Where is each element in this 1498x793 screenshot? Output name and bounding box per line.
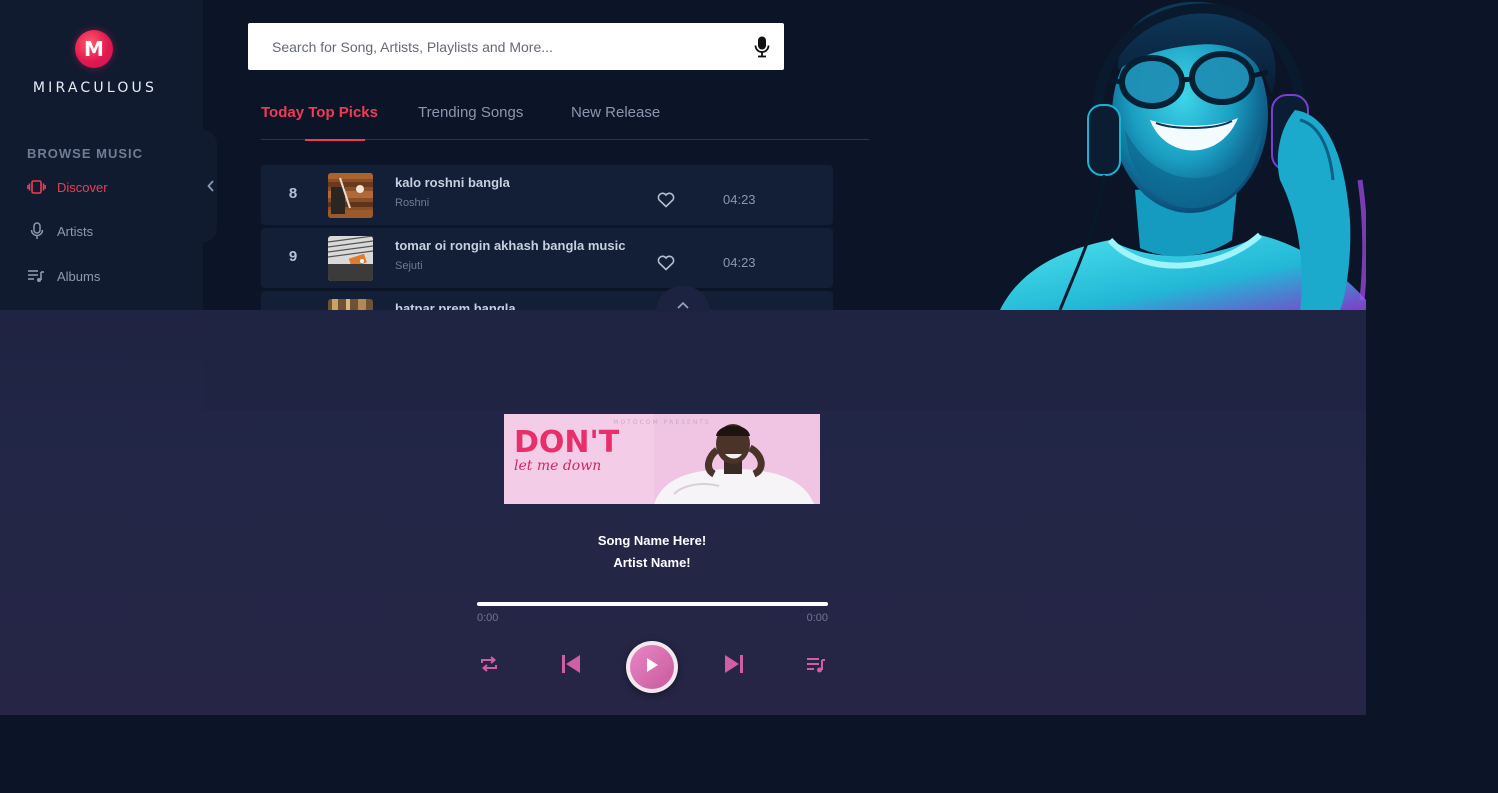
play-icon xyxy=(645,657,659,677)
song-title: batpar prem bangla xyxy=(395,301,516,310)
now-playing-song-name: Song Name Here! xyxy=(597,533,707,548)
song-title: tomar oi rongin akhash bangla music xyxy=(395,238,626,253)
total-time: 0:00 xyxy=(806,612,828,624)
song-artist: Sejuti xyxy=(395,260,423,272)
song-thumbnail xyxy=(328,299,373,310)
song-list: 8 kalo roshni bangla Roshni 04:23 9 toma… xyxy=(261,165,833,310)
logo-icon[interactable]: M xyxy=(75,30,113,68)
repeat-icon xyxy=(479,654,499,678)
song-artist: Roshni xyxy=(395,197,430,209)
song-thumbnail xyxy=(328,236,373,281)
vibrate-icon xyxy=(27,178,46,197)
song-number: 9 xyxy=(288,248,298,265)
skip-previous-icon xyxy=(561,654,581,678)
sidebar-item-albums[interactable]: Albums xyxy=(27,265,100,287)
search-bar xyxy=(248,23,784,70)
hero-image xyxy=(1000,0,1366,310)
song-row[interactable]: 9 tomar oi rongin akhash bangla music Se… xyxy=(261,228,833,288)
skip-next-icon xyxy=(724,654,744,678)
song-duration: 04:23 xyxy=(723,192,756,207)
sidebar-item-label: Artists xyxy=(57,223,94,239)
queue-button[interactable] xyxy=(805,656,827,678)
album-art: MOTOCOM PRESENTS DON'T let me down xyxy=(504,414,820,504)
current-time: 0:00 xyxy=(477,612,499,624)
repeat-button[interactable] xyxy=(478,655,500,677)
album-art-title: DON'T xyxy=(514,425,620,460)
brand-name: MIRACULOUS xyxy=(32,80,158,96)
song-number: 8 xyxy=(288,185,298,202)
tab-new-release[interactable]: New Release xyxy=(571,104,660,140)
sidebar-item-label: Albums xyxy=(57,268,101,284)
chevron-left-icon[interactable] xyxy=(203,178,219,194)
song-duration: 04:23 xyxy=(723,255,756,270)
song-row[interactable]: batpar prem bangla xyxy=(261,291,833,310)
tab-trending-songs[interactable]: Trending Songs xyxy=(418,104,523,140)
previous-button[interactable] xyxy=(560,655,582,677)
playlist-music-icon xyxy=(806,656,826,678)
progress-bar[interactable] xyxy=(477,602,828,606)
now-playing-artist-name: Artist Name! xyxy=(613,555,691,570)
player-top-area xyxy=(203,310,1366,410)
song-row[interactable]: 8 kalo roshni bangla Roshni 04:23 xyxy=(261,165,833,225)
microphone-icon[interactable] xyxy=(752,35,772,59)
playlist-music-icon xyxy=(27,267,46,286)
chevron-up-icon xyxy=(677,294,689,313)
album-art-header: MOTOCOM PRESENTS xyxy=(613,419,710,426)
sidebar-item-discover[interactable]: Discover xyxy=(27,176,108,198)
search-input[interactable] xyxy=(248,23,738,70)
sidebar-item-artists[interactable]: Artists xyxy=(27,220,93,242)
browse-music-heading: BROWSE MUSIC xyxy=(27,146,143,161)
album-art-script: let me down xyxy=(514,458,601,474)
heart-icon[interactable] xyxy=(657,192,675,208)
song-thumbnail xyxy=(328,173,373,218)
song-title: kalo roshni bangla xyxy=(395,175,510,190)
sidebar-item-label: Discover xyxy=(57,179,108,195)
play-button-inner xyxy=(630,645,674,689)
next-button[interactable] xyxy=(723,655,745,677)
play-button[interactable] xyxy=(626,641,678,693)
tab-bar: Today Top Picks Trending Songs New Relea… xyxy=(261,104,869,141)
heart-icon[interactable] xyxy=(657,255,675,271)
microphone-icon xyxy=(27,222,46,241)
tab-today-top-picks[interactable]: Today Top Picks xyxy=(261,104,378,141)
